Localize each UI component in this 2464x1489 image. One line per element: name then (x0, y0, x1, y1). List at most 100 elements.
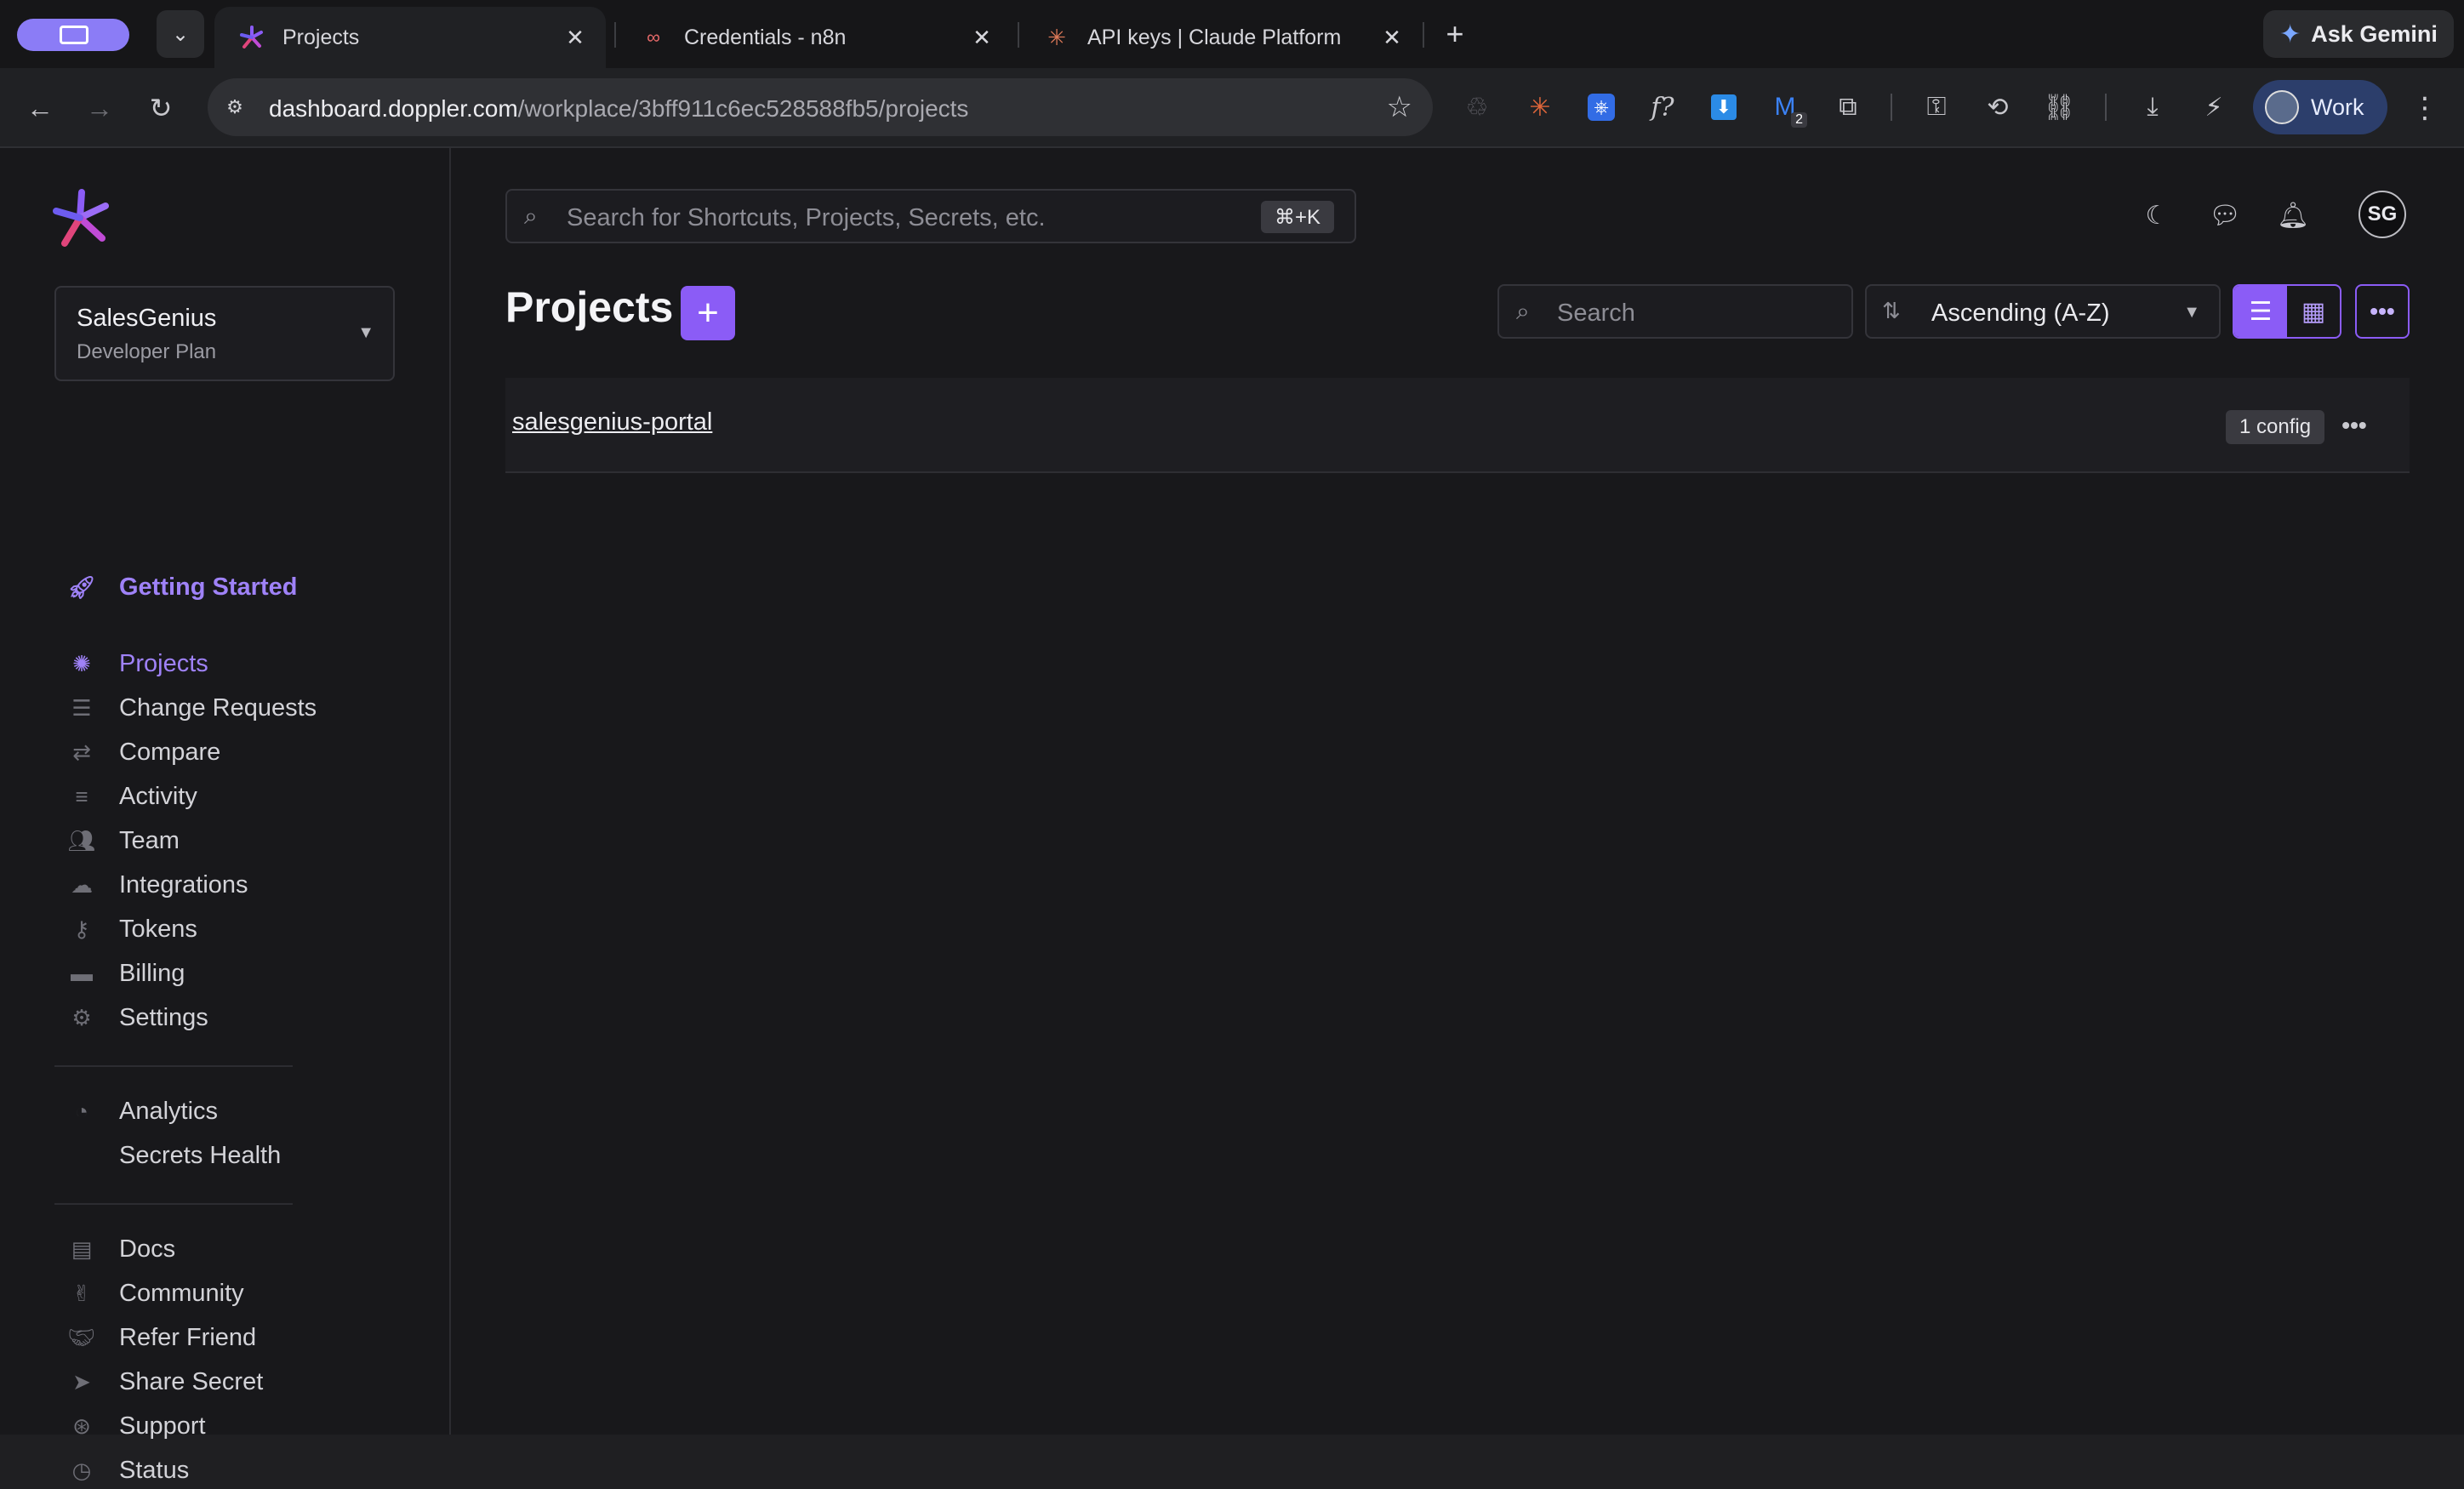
back-button[interactable]: ← (19, 87, 61, 129)
project-name-link[interactable]: salesgenius-portal (512, 408, 712, 436)
sidebar-item-tokens[interactable]: ⚷ Tokens (63, 910, 197, 948)
downloads-icon[interactable]: ⤓ (2134, 88, 2171, 126)
pie-icon: ◔ (75, 1098, 88, 1124)
tab-projects[interactable]: Projects ✕ (214, 7, 606, 68)
tab-groups-button[interactable] (17, 19, 129, 51)
sidebar-item-share-secret[interactable]: ➤ Share Secret (63, 1363, 263, 1401)
bell-icon: 🔔︎ (2276, 201, 2310, 230)
tab-title: API keys | Claude Platform (1087, 25, 1342, 49)
feedback-button[interactable]: 💬︎ (2204, 194, 2246, 237)
dark-mode-toggle[interactable]: ☾ (2136, 194, 2178, 237)
download-extension-icon[interactable]: ⬇ (1705, 88, 1742, 126)
add-project-button[interactable]: + (681, 286, 735, 340)
sidebar-item-label: Settings (119, 1003, 208, 1031)
hand-icon: ✌ (72, 1280, 91, 1306)
performance-icon[interactable]: ⚡ (2195, 88, 2233, 126)
clock-icon: ◷ (71, 1457, 92, 1483)
command-search-placeholder: Search for Shortcuts, Projects, Secrets,… (567, 204, 1046, 231)
org-name: SalesGenius (77, 305, 217, 332)
more-options-button[interactable]: ••• (2355, 284, 2410, 339)
handshake-icon: 🤝︎ (67, 1324, 96, 1350)
sidebar-item-compare[interactable]: ⇄ Compare (63, 733, 220, 771)
profile-button[interactable]: Work (2253, 80, 2387, 134)
browser-menu-button[interactable]: ⋮ (2408, 87, 2442, 129)
puzzle-extensions-icon[interactable]: ⧉ (1829, 88, 1867, 126)
sidebar-item-community[interactable]: ✌ Community (63, 1275, 244, 1312)
command-search[interactable]: ⌕ Search for Shortcuts, Projects, Secret… (505, 189, 1356, 243)
card-icon: ▬ (71, 960, 93, 986)
reload-button[interactable]: ↻ (140, 87, 182, 129)
tab-api-keys[interactable]: ✳ API keys | Claude Platform ✕ (1019, 7, 1423, 68)
recycle-extension-icon[interactable]: ♲ (1458, 88, 1496, 126)
sidebar-item-label: Activity (119, 782, 197, 810)
sort-select[interactable]: ⇅ Ascending (A-Z) ▼ (1865, 284, 2221, 339)
history-icon[interactable]: ⟲ (1979, 88, 2016, 126)
tab-separator (1423, 22, 1424, 48)
close-tab-icon[interactable]: ✕ (1375, 20, 1409, 54)
activity-icon: ≡ (75, 783, 88, 809)
link-icon[interactable]: ⛓ (2040, 88, 2078, 126)
sidebar-item-status[interactable]: ◷ Status (63, 1452, 190, 1489)
book-icon: ▤ (71, 1235, 93, 1262)
sidebar-item-secrets-health[interactable]: Secrets Health (63, 1137, 281, 1174)
sidebar-divider (54, 1203, 293, 1205)
bookmark-star-icon[interactable]: ☆ (1387, 90, 1412, 124)
sidebar-item-billing[interactable]: ▬ Billing (63, 955, 185, 992)
new-tab-button[interactable]: + (1436, 15, 1474, 53)
search-icon: ⌕ (1516, 298, 1530, 324)
notifications-button[interactable]: 🔔︎ (2272, 194, 2314, 237)
close-tab-icon[interactable]: ✕ (965, 20, 999, 54)
config-count-badge: 1 config (2226, 410, 2325, 444)
sidebar-item-label: Community (119, 1279, 244, 1307)
search-icon: ⌕ (524, 203, 538, 229)
sidebar-item-settings[interactable]: ⚙ Settings (63, 999, 208, 1036)
sidebar-item-change-requests[interactable]: ☰ Change Requests (63, 689, 317, 727)
tab-search-button[interactable]: ⌄ (157, 10, 204, 58)
sidebar-item-refer-friend[interactable]: 🤝︎ Refer Friend (63, 1319, 256, 1356)
password-key-icon[interactable]: ⚿ (1918, 88, 1955, 126)
sidebar-item-support[interactable]: ⊛ Support (63, 1407, 205, 1445)
formula-extension-icon[interactable]: f? (1644, 88, 1681, 126)
claude-extension-icon[interactable]: ✳ (1521, 88, 1559, 126)
url-host: dashboard.doppler.com (269, 95, 518, 122)
project-row[interactable]: salesgenius-portal 1 config ••• (505, 378, 2410, 473)
caret-down-icon: ▼ (2183, 303, 2200, 322)
sort-value: Ascending (A-Z) (1931, 300, 2110, 327)
sidebar-item-docs[interactable]: ▤ Docs (63, 1230, 175, 1268)
toolbar-separator (2105, 94, 2107, 121)
doppler-logo-icon[interactable] (49, 185, 114, 250)
gear-icon: ⚙ (71, 1004, 92, 1030)
project-menu-button[interactable]: ••• (2333, 407, 2376, 444)
sidebar-item-projects[interactable]: ✺ Projects (63, 645, 208, 682)
user-avatar[interactable]: SG (2358, 191, 2406, 238)
list-view-button[interactable]: ☰ (2234, 286, 2287, 337)
sidebar-item-getting-started[interactable]: 🚀︎ Getting Started (63, 568, 297, 606)
claude-favicon-icon: ✳ (1047, 24, 1066, 50)
forward-button[interactable]: → (78, 87, 121, 129)
sidebar-item-integrations[interactable]: ☁ Integrations (63, 866, 248, 904)
url-text[interactable]: dashboard.doppler.com/workplace/3bff911c… (269, 95, 968, 123)
chevron-down-icon: ⌄ (171, 22, 190, 46)
address-bar[interactable]: ⚙ dashboard.doppler.com/workplace/3bff91… (208, 78, 1433, 136)
rocket-icon: 🚀︎ (67, 573, 96, 600)
shortcut-badge: ⌘+K (1260, 201, 1334, 233)
grid-view-button[interactable]: ▦ (2287, 286, 2340, 337)
project-search-input[interactable]: ⌕ Search (1497, 284, 1853, 339)
arrow-left-icon: ← (26, 92, 54, 123)
sidebar-item-label: Share Secret (119, 1367, 264, 1395)
sidebar-item-analytics[interactable]: ◔ Analytics (63, 1093, 218, 1130)
kubernetes-extension-icon[interactable]: ⎈ (1583, 88, 1620, 126)
arrow-right-icon: → (86, 92, 113, 123)
close-tab-icon[interactable]: ✕ (558, 20, 592, 54)
workplace-selector[interactable]: SalesGenius Developer Plan ▼ (54, 286, 395, 381)
cloud-icon: ☁ (71, 871, 93, 898)
blank-icon (63, 1137, 100, 1174)
window-icon (60, 26, 88, 44)
site-info-icon[interactable]: ⚙ (221, 94, 248, 121)
tab-credentials[interactable]: ∞ Credentials - n8n ✕ (616, 7, 1012, 68)
sidebar-item-team[interactable]: 👥︎ Team (63, 822, 179, 859)
mail-extension-icon[interactable]: M 2 (1766, 88, 1807, 128)
sidebar-item-activity[interactable]: ≡ Activity (63, 778, 197, 815)
ask-gemini-button[interactable]: ✦ Ask Gemini (2263, 10, 2454, 58)
profile-avatar (2265, 90, 2299, 124)
